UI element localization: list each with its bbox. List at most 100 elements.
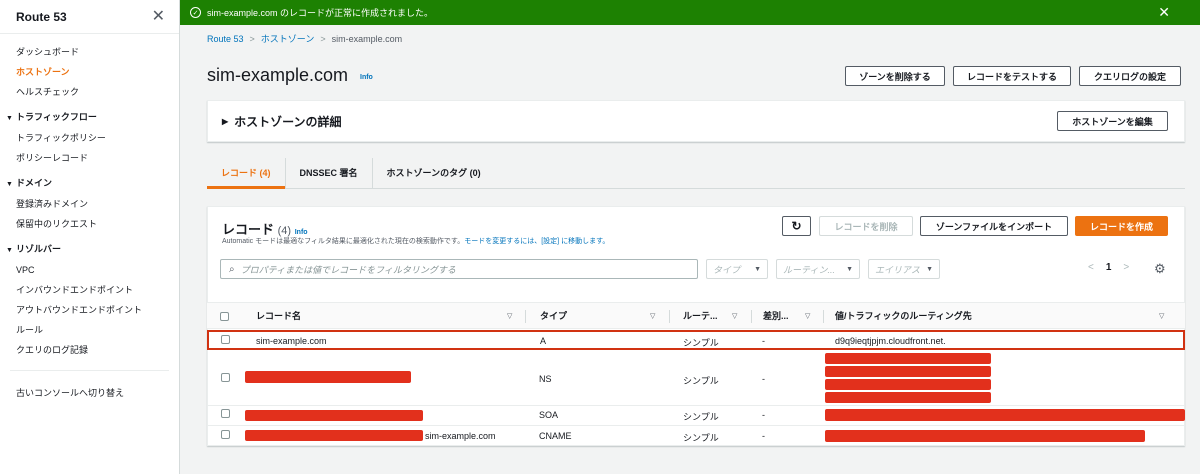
type-filter-select[interactable]: タイプ ▼ bbox=[706, 259, 768, 279]
sidebar-group-resolver[interactable]: ▼ リゾルバー bbox=[0, 238, 179, 260]
delete-record-button[interactable]: レコードを削除 bbox=[819, 216, 913, 236]
row-checkbox[interactable] bbox=[221, 373, 230, 382]
redaction-mark bbox=[245, 430, 423, 441]
gear-icon[interactable]: ⚙ bbox=[1154, 261, 1166, 277]
sidebar-item-inbound-endpoints[interactable]: インバウンドエンドポイント bbox=[0, 280, 179, 300]
sidebar-group-label: トラフィックフロー bbox=[16, 112, 97, 122]
sidebar: Route 53 ✕ ダッシュボード ホストゾーン ヘルスチェック ▼ トラフィッ… bbox=[0, 0, 180, 474]
chevron-right-icon[interactable]: > bbox=[1123, 262, 1129, 273]
column-divider bbox=[823, 310, 824, 323]
tab-dnssec[interactable]: DNSSEC 署名 bbox=[286, 158, 373, 188]
import-zone-file-button[interactable]: ゾーンファイルをインポート bbox=[920, 216, 1068, 236]
flash-message: sim-example.com のレコードが正常に作成されました。 bbox=[207, 8, 434, 18]
sidebar-item-outbound-endpoints[interactable]: アウトバウンドエンドポイント bbox=[0, 300, 179, 320]
tabs: レコード (4) DNSSEC 署名 ホストゾーンのタグ (0) bbox=[207, 158, 495, 189]
sidebar-title: Route 53 bbox=[16, 9, 67, 24]
tab-tags[interactable]: ホストゾーンのタグ (0) bbox=[373, 158, 495, 188]
record-routing: シンプル bbox=[683, 412, 719, 422]
breadcrumb-hosted-zones[interactable]: ホストゾーン bbox=[261, 32, 315, 45]
sidebar-group-label: ドメイン bbox=[16, 178, 53, 188]
info-link[interactable]: Info bbox=[360, 74, 373, 81]
record-differentiator: - bbox=[762, 336, 765, 346]
caret-down-icon: ▼ bbox=[754, 265, 761, 273]
pagination: < 1 > bbox=[1088, 262, 1129, 273]
sidebar-item-rules[interactable]: ルール bbox=[0, 320, 179, 340]
column-header-differentiator[interactable]: 差別... bbox=[763, 303, 789, 330]
create-record-button[interactable]: レコードを作成 bbox=[1075, 216, 1168, 236]
sort-icon[interactable]: ▽ bbox=[805, 303, 810, 330]
sort-icon[interactable]: ▽ bbox=[507, 303, 512, 330]
sort-icon[interactable]: ▽ bbox=[1159, 303, 1164, 330]
caret-down-icon: ▼ bbox=[846, 265, 853, 273]
type-filter-label: タイプ bbox=[713, 264, 741, 275]
info-link[interactable]: Info bbox=[295, 229, 308, 236]
column-header-value[interactable]: 値/トラフィックのルーティング先 bbox=[835, 303, 972, 330]
query-log-button[interactable]: クエリログの設定 bbox=[1079, 66, 1181, 86]
chevron-right-icon: > bbox=[249, 33, 255, 44]
details-toggle[interactable]: ▶ ホストゾーンの詳細 bbox=[222, 113, 342, 130]
sidebar-group-domains[interactable]: ▼ ドメイン bbox=[0, 172, 179, 194]
details-panel bbox=[207, 100, 1185, 142]
record-differentiator: - bbox=[762, 431, 765, 441]
sidebar-item-query-logging[interactable]: クエリのログ記録 bbox=[0, 340, 179, 360]
chevron-left-icon[interactable]: < bbox=[1088, 262, 1094, 273]
record-name: sim-example.com bbox=[425, 431, 496, 441]
close-icon[interactable]: ✕ bbox=[1158, 4, 1170, 21]
sort-icon[interactable]: ▽ bbox=[650, 303, 655, 330]
sidebar-item-pending-requests[interactable]: 保留中のリクエスト bbox=[0, 214, 179, 234]
page-number[interactable]: 1 bbox=[1106, 262, 1112, 273]
redaction-mark bbox=[825, 409, 1185, 421]
column-header-routing[interactable]: ルーテ... bbox=[683, 303, 718, 330]
sidebar-item-old-console[interactable]: 古いコンソールへ切り替え bbox=[0, 383, 179, 403]
sort-icon[interactable]: ▽ bbox=[732, 303, 737, 330]
table-row[interactable]: SOA シンプル - bbox=[207, 406, 1185, 426]
select-all-checkbox[interactable] bbox=[220, 312, 229, 321]
table-row[interactable]: sim-example.com CNAME シンプル - bbox=[207, 426, 1185, 446]
details-title: ホストゾーンの詳細 bbox=[234, 115, 342, 129]
row-checkbox[interactable] bbox=[221, 335, 230, 344]
record-name: sim-example.com bbox=[256, 336, 327, 346]
record-routing: シンプル bbox=[683, 376, 719, 386]
sidebar-divider bbox=[10, 370, 169, 371]
breadcrumb-route53[interactable]: Route 53 bbox=[207, 34, 244, 44]
routing-filter-label: ルーティン... bbox=[783, 264, 835, 275]
chevron-right-icon: > bbox=[320, 33, 326, 44]
table-row[interactable]: sim-example.com A シンプル - d9q9ieqtjpjm.cl… bbox=[207, 330, 1185, 350]
sidebar-item-policy-records[interactable]: ポリシーレコード bbox=[0, 148, 179, 168]
sidebar-item-registered-domains[interactable]: 登録済みドメイン bbox=[0, 194, 179, 214]
sidebar-group-traffic-flow[interactable]: ▼ トラフィックフロー bbox=[0, 106, 179, 128]
column-divider bbox=[751, 310, 752, 323]
redaction-mark bbox=[245, 371, 411, 383]
redaction-mark bbox=[825, 392, 991, 403]
sidebar-item-traffic-policies[interactable]: トラフィックポリシー bbox=[0, 128, 179, 148]
sidebar-item-hosted-zones[interactable]: ホストゾーン bbox=[0, 62, 179, 82]
column-header-name[interactable]: レコード名 bbox=[256, 303, 301, 330]
record-differentiator: - bbox=[762, 374, 765, 384]
search-input[interactable]: ⌕ プロパティまたは値でレコードをフィルタリングする bbox=[220, 259, 698, 279]
success-flash: ✓ sim-example.com のレコードが正常に作成されました。 ✕ bbox=[180, 0, 1200, 25]
sidebar-item-dashboard[interactable]: ダッシュボード bbox=[0, 42, 179, 62]
tab-records[interactable]: レコード (4) bbox=[207, 158, 286, 189]
routing-filter-select[interactable]: ルーティン... ▼ bbox=[776, 259, 860, 279]
settings-link[interactable]: モードを変更するには、[設定] に移動します。 bbox=[464, 238, 609, 245]
caret-down-icon: ▼ bbox=[6, 181, 13, 188]
row-checkbox[interactable] bbox=[221, 409, 230, 418]
redaction-mark bbox=[245, 410, 423, 421]
column-header-type[interactable]: タイプ bbox=[540, 303, 567, 330]
table-row[interactable]: NS シンプル - bbox=[207, 351, 1185, 406]
column-divider bbox=[525, 310, 526, 323]
sidebar-item-health-checks[interactable]: ヘルスチェック bbox=[0, 82, 179, 102]
test-record-button[interactable]: レコードをテストする bbox=[953, 66, 1071, 86]
sidebar-header: Route 53 ✕ bbox=[0, 0, 179, 34]
sidebar-item-vpc[interactable]: VPC bbox=[0, 260, 179, 280]
sidebar-group-label: リゾルバー bbox=[16, 244, 62, 254]
row-checkbox[interactable] bbox=[221, 430, 230, 439]
table-header: レコード名 ▽ タイプ ▽ ルーテ... ▽ 差別... ▽ 値/トラフィックの… bbox=[207, 302, 1185, 329]
delete-zone-button[interactable]: ゾーンを削除する bbox=[845, 66, 945, 86]
record-type: NS bbox=[539, 374, 552, 384]
redaction-mark bbox=[825, 430, 1145, 442]
alias-filter-select[interactable]: エイリアス ▼ bbox=[868, 259, 940, 279]
close-icon[interactable]: ✕ bbox=[152, 8, 165, 25]
refresh-button[interactable]: ↻ bbox=[782, 216, 811, 236]
edit-hosted-zone-button[interactable]: ホストゾーンを編集 bbox=[1057, 111, 1168, 131]
